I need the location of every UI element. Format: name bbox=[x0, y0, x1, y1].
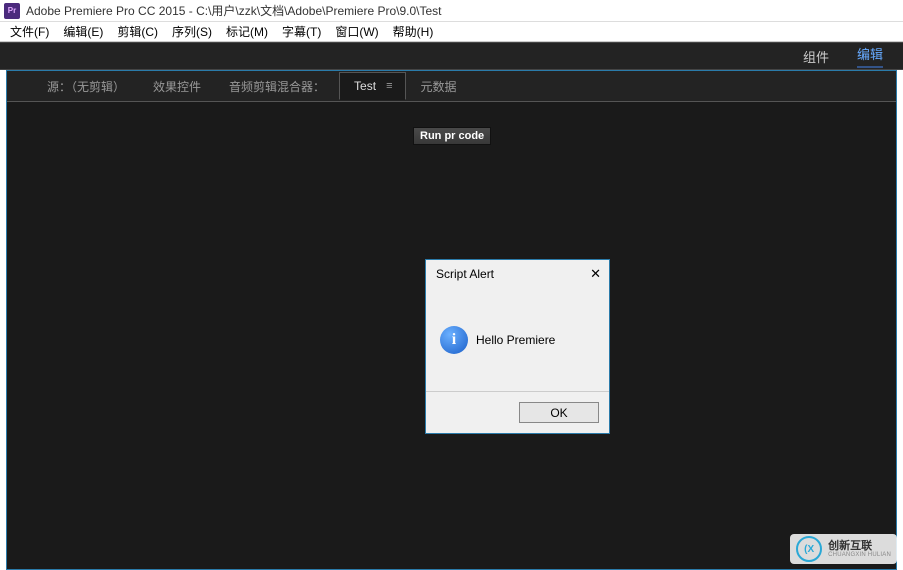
menu-marker[interactable]: 标记(M) bbox=[226, 23, 268, 40]
premiere-app-icon: Pr bbox=[4, 3, 20, 19]
watermark: (X 创新互联 CHUANGXIN HULIAN bbox=[790, 534, 897, 564]
panel-tab-test[interactable]: Test ≡ bbox=[339, 72, 406, 100]
dialog-message: Hello Premiere bbox=[476, 333, 555, 347]
window-title: Adobe Premiere Pro CC 2015 - C:\用户\zzk\文… bbox=[26, 2, 442, 19]
menu-clip[interactable]: 剪辑(C) bbox=[117, 23, 158, 40]
panel-tab-source[interactable]: 源：（无剪辑） bbox=[33, 72, 139, 101]
watermark-main-text: 创新互联 bbox=[828, 541, 891, 552]
dialog-footer: OK bbox=[426, 391, 609, 433]
panel-tab-row: 源：（无剪辑） 效果控件 音频剪辑混合器： Test ≡ 元数据 bbox=[7, 71, 896, 101]
panel-menu-icon[interactable]: ≡ bbox=[386, 80, 391, 92]
ok-button[interactable]: OK bbox=[519, 402, 599, 423]
panel-tab-metadata[interactable]: 元数据 bbox=[406, 72, 470, 101]
menu-edit[interactable]: 编辑(E) bbox=[63, 23, 103, 40]
run-pr-code-button[interactable]: Run pr code bbox=[413, 127, 491, 145]
dialog-title: Script Alert bbox=[436, 267, 494, 281]
workspace-bar: 组件 编辑 bbox=[0, 42, 903, 70]
close-icon[interactable]: ✕ bbox=[590, 266, 601, 282]
panel-tab-mixer[interactable]: 音频剪辑混合器： bbox=[215, 72, 339, 101]
menu-bar: 文件(F) 编辑(E) 剪辑(C) 序列(S) 标记(M) 字幕(T) 窗口(W… bbox=[0, 22, 903, 42]
menu-title[interactable]: 字幕(T) bbox=[282, 23, 321, 40]
menu-help[interactable]: 帮助(H) bbox=[393, 23, 434, 40]
info-icon: i bbox=[440, 326, 468, 354]
workspace-tab-component[interactable]: 组件 bbox=[803, 47, 829, 66]
watermark-sub-text: CHUANGXIN HULIAN bbox=[828, 552, 891, 558]
dialog-body: i Hello Premiere bbox=[426, 288, 609, 391]
menu-file[interactable]: 文件(F) bbox=[10, 23, 49, 40]
panel-tab-test-label: Test bbox=[354, 79, 376, 93]
watermark-logo-icon: (X bbox=[796, 536, 822, 562]
script-alert-dialog: Script Alert ✕ i Hello Premiere OK bbox=[425, 259, 610, 434]
title-bar: Pr Adobe Premiere Pro CC 2015 - C:\用户\zz… bbox=[0, 0, 903, 22]
dialog-title-bar: Script Alert ✕ bbox=[426, 260, 609, 288]
menu-sequence[interactable]: 序列(S) bbox=[172, 23, 212, 40]
workspace-tab-edit[interactable]: 编辑 bbox=[857, 44, 883, 68]
panel-tab-effect[interactable]: 效果控件 bbox=[139, 72, 215, 101]
menu-window[interactable]: 窗口(W) bbox=[335, 23, 378, 40]
